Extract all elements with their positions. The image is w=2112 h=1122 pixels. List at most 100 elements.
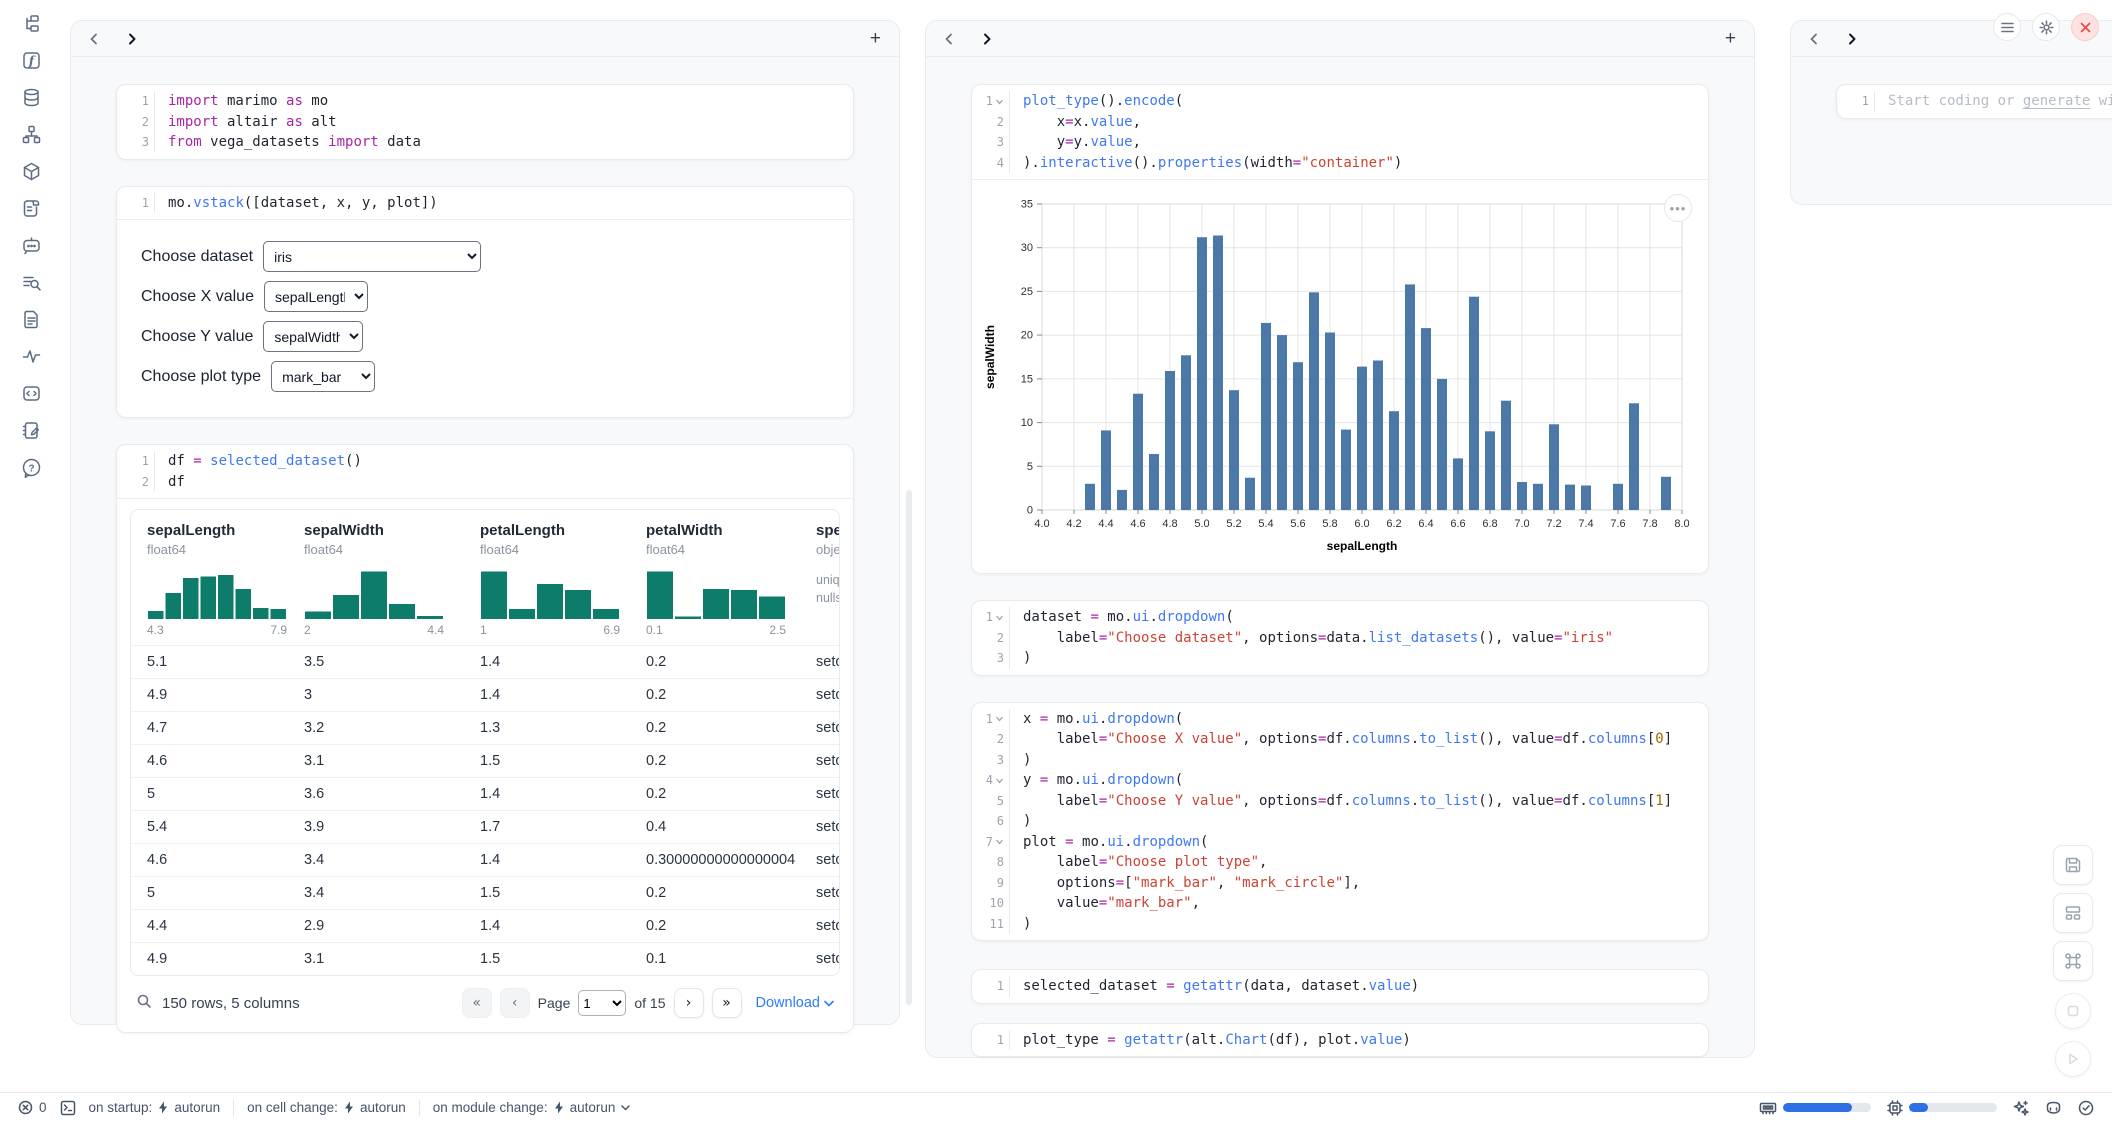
terminal-button[interactable]	[60, 1100, 76, 1116]
table-cell: 3.1	[288, 745, 464, 777]
scrollbar[interactable]	[906, 490, 912, 1005]
table-cell: 4.7	[131, 712, 288, 744]
code-editor[interactable]: 1selected_dataset = getattr(data, datase…	[972, 970, 1708, 1003]
ram-progress	[1783, 1103, 1871, 1112]
cell-dataset-dropdown: 1dataset = mo.ui.dropdown(2 label="Choos…	[971, 600, 1709, 676]
table-cell: 1.4	[464, 646, 630, 678]
editor-placeholder[interactable]: Start coding or generate with	[1875, 91, 2112, 112]
plot-type-select[interactable]: mark_bar	[271, 361, 375, 392]
function-icon[interactable]: f	[21, 50, 42, 71]
connection-status-button[interactable]	[2078, 1100, 2094, 1116]
help-icon[interactable]: ?	[21, 457, 42, 478]
on-cell-change-setting[interactable]: on cell change: autorun	[247, 1100, 406, 1115]
page-select[interactable]: 1	[578, 990, 626, 1016]
table-row[interactable]: 53.41.50.2setos	[131, 876, 839, 909]
first-page-button[interactable]: «	[462, 988, 492, 1018]
table-row[interactable]: 4.63.11.50.2setos	[131, 744, 839, 777]
settings-gear-button[interactable]	[2032, 13, 2060, 41]
add-cell-button[interactable]: +	[870, 29, 881, 48]
database-icon[interactable]	[21, 87, 42, 108]
table-row[interactable]: 4.63.41.40.30000000000000004setos	[131, 843, 839, 876]
add-cell-button[interactable]: +	[1725, 29, 1736, 48]
column-name[interactable]: speci	[816, 522, 839, 539]
document-icon[interactable]	[21, 309, 42, 330]
on-module-change-setting[interactable]: on module change: autorun	[433, 1100, 631, 1115]
table-row[interactable]: 5.13.51.40.2setos	[131, 645, 839, 678]
code-editor[interactable]: 1mo.vstack([dataset, x, y, plot])	[117, 187, 853, 220]
next-page-button[interactable]: ›	[674, 988, 704, 1018]
table-cell: 1.4	[464, 778, 630, 810]
table-row[interactable]: 53.61.40.2setos	[131, 777, 839, 810]
chat-bot-icon[interactable]	[21, 235, 42, 256]
package-icon[interactable]	[21, 161, 42, 182]
y-select[interactable]: sepalWidth	[263, 321, 363, 352]
x-select[interactable]: sepalLength	[264, 281, 368, 312]
column-name[interactable]: sepalLength	[147, 522, 288, 539]
last-page-button[interactable]: »	[712, 988, 742, 1018]
dependency-graph-icon[interactable]	[21, 124, 42, 145]
panel-forward-button[interactable]	[1847, 33, 1857, 45]
save-button[interactable]	[2053, 845, 2093, 885]
logs-icon[interactable]	[21, 272, 42, 293]
code-line: 10 value="mark_bar",	[972, 893, 1708, 914]
download-link[interactable]: Download	[756, 995, 835, 1011]
column-name[interactable]: petalLength	[480, 522, 630, 539]
svg-text:25: 25	[1021, 286, 1033, 298]
svg-text:5: 5	[1027, 461, 1033, 473]
table-row[interactable]: 4.73.21.30.2setos	[131, 711, 839, 744]
line-number: 2	[972, 729, 1010, 750]
row-count-summary: 150 rows, 5 columns	[162, 995, 300, 1012]
chevron-down-icon	[621, 1105, 630, 1111]
run-button[interactable]	[2055, 1041, 2091, 1077]
code-line: 7plot = mo.ui.dropdown(	[972, 832, 1708, 853]
close-button[interactable]	[2071, 13, 2099, 41]
table-footer: 150 rows, 5 columns « ‹ Page 1 of 15 › »…	[130, 976, 840, 1028]
layout-button[interactable]	[2053, 893, 2093, 933]
code-editor[interactable]: 1df = selected_dataset()2df	[117, 445, 853, 498]
code-editor[interactable]: 1import marimo as mo2import altair as al…	[117, 85, 853, 159]
code-editor[interactable]: 1plot_type().encode(2 x=x.value,3 y=y.va…	[972, 85, 1708, 179]
table-row[interactable]: 5.43.91.70.4setos	[131, 810, 839, 843]
cpu-icon	[1887, 1100, 1903, 1116]
scratchpad-icon[interactable]	[21, 420, 42, 441]
stop-button[interactable]	[2055, 993, 2091, 1029]
chart-menu-button[interactable]: •••	[1664, 194, 1692, 222]
panel-forward-button[interactable]	[127, 33, 137, 45]
code-editor[interactable]: 1dataset = mo.ui.dropdown(2 label="Choos…	[972, 601, 1708, 675]
panel-back-button[interactable]	[944, 33, 954, 45]
svg-text:10: 10	[1021, 417, 1033, 429]
column-type: float64	[304, 542, 464, 557]
snippets-icon[interactable]	[21, 383, 42, 404]
svg-text:?: ?	[28, 464, 34, 475]
script-icon[interactable]	[21, 198, 42, 219]
panel-back-button[interactable]	[89, 33, 99, 45]
copilot-button[interactable]	[2045, 1100, 2062, 1115]
column-name[interactable]: sepalWidth	[304, 522, 464, 539]
table-row[interactable]: 4.42.91.40.2setos	[131, 909, 839, 942]
activity-icon[interactable]	[21, 346, 42, 367]
code-editor[interactable]: 1x = mo.ui.dropdown(2 label="Choose X va…	[972, 703, 1708, 941]
table-row[interactable]: 4.93.11.50.1setos	[131, 942, 839, 975]
line-number: 2	[972, 112, 1010, 133]
prev-page-button[interactable]: ‹	[500, 988, 530, 1018]
generate-link[interactable]: generate	[2023, 93, 2090, 109]
lightning-icon	[344, 1101, 354, 1114]
cpu-progress	[1909, 1103, 1997, 1112]
file-tree-icon[interactable]	[21, 13, 42, 34]
menu-button[interactable]	[1993, 13, 2021, 41]
dataset-select[interactable]: iris	[263, 241, 481, 272]
table-row[interactable]: 4.931.40.2setos	[131, 678, 839, 711]
on-startup-setting[interactable]: on startup: autorun	[89, 1100, 221, 1115]
ai-assist-button[interactable]	[2013, 1100, 2029, 1116]
panel-forward-button[interactable]	[982, 33, 992, 45]
search-icon[interactable]	[136, 993, 152, 1014]
altair-bar-chart[interactable]: 051015202530354.04.24.44.64.85.05.25.45.…	[978, 188, 1698, 560]
panel-back-button[interactable]	[1809, 33, 1819, 45]
column-name[interactable]: petalWidth	[646, 522, 800, 539]
error-count-indicator[interactable]: 0	[18, 1100, 47, 1115]
cell-empty: 1 Start coding or generate with	[1836, 84, 2112, 119]
table-cell: 3.4	[288, 844, 464, 876]
code-editor[interactable]: 1plot_type = getattr(alt.Chart(df), plot…	[972, 1024, 1708, 1057]
code-line: 2 x=x.value,	[972, 112, 1708, 133]
command-palette-button[interactable]	[2053, 941, 2093, 981]
